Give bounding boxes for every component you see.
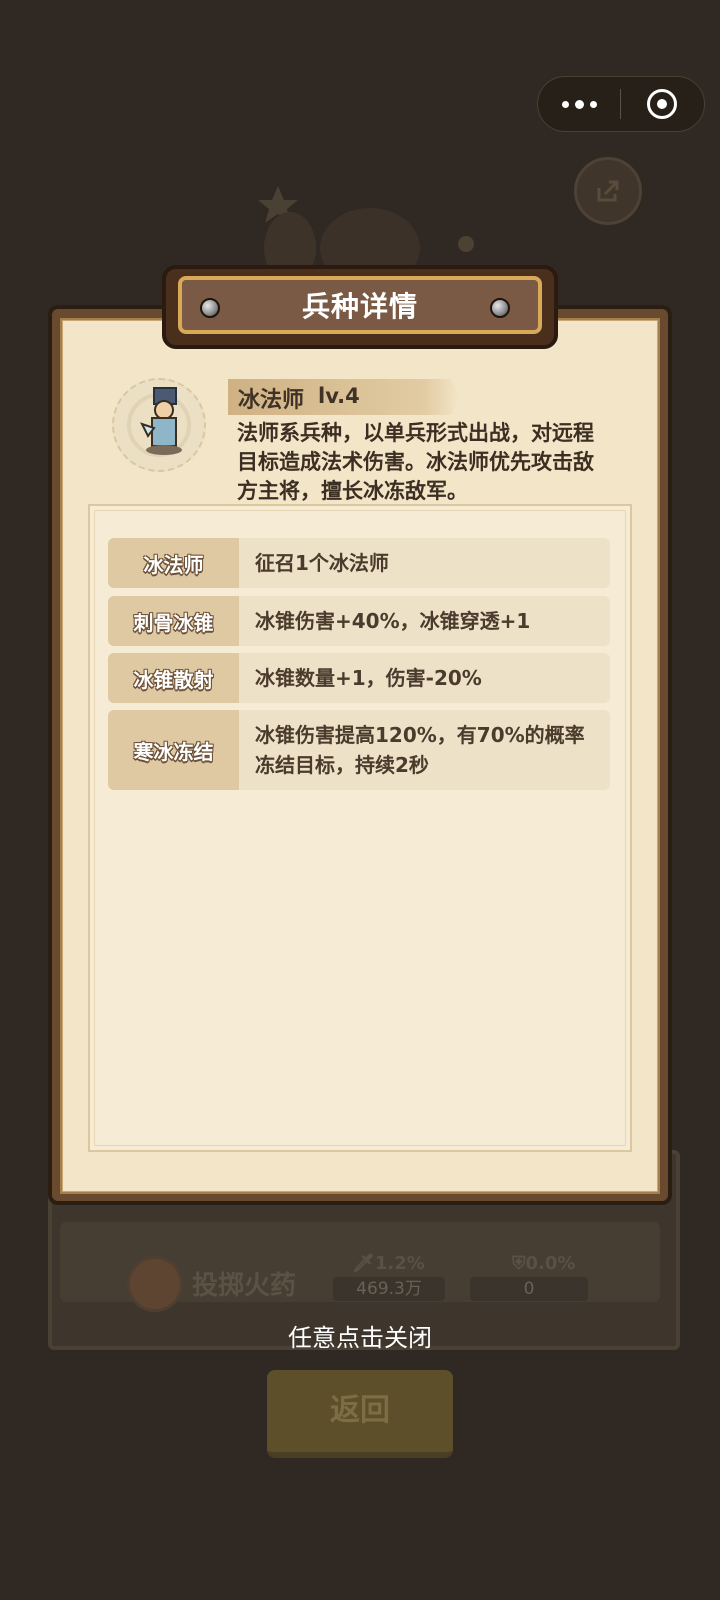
modal-title: 兵种详情 [301, 290, 418, 323]
tap-to-close-hint[interactable]: 任意点击关闭 [0, 1318, 720, 1353]
skill-name: 寒冰冻结 [108, 710, 239, 790]
skill-name: 冰锥散射 [108, 653, 239, 703]
hero-avatar [112, 378, 206, 472]
skill-row: 刺骨冰锥 冰锥伤害+40%，冰锥穿透+1 [108, 596, 610, 646]
skill-row: 寒冰冻结 冰锥伤害提高120%，有70%的概率冻结目标，持续2秒 [108, 710, 610, 790]
skill-desc: 冰锥数量+1，伤害-20% [255, 666, 482, 690]
skill-desc: 征召1个冰法师 [255, 551, 389, 575]
defense-stat-label: ⛨0.0% [512, 1253, 576, 1274]
skill-desc: 冰锥伤害提高120%，有70%的概率冻结目标，持续2秒 [255, 723, 585, 777]
background-skill-name: 投掷火药 [192, 1271, 297, 1301]
attack-stat-value: 469.3万 [333, 1277, 445, 1301]
hero-name: 冰法师 [238, 388, 305, 413]
ice-mage-icon [127, 387, 191, 457]
defense-stat-value: 0 [470, 1277, 588, 1301]
skill-row: 冰锥散射 冰锥数量+1，伤害-20% [108, 653, 610, 703]
skill-name: 刺骨冰锥 [108, 596, 239, 646]
more-dots-icon[interactable] [538, 77, 620, 131]
attack-stat-label: 🗡1.2% [352, 1253, 425, 1274]
mini-program-capsule [537, 76, 705, 132]
back-button: 返回 [267, 1370, 453, 1458]
title-plate-inner: 兵种详情 [178, 276, 542, 334]
target-circle-icon[interactable] [621, 77, 703, 131]
skill-desc: 冰锥伤害+40%，冰锥穿透+1 [255, 609, 531, 633]
share-icon [574, 157, 642, 225]
gunpowder-icon [127, 1256, 183, 1312]
skill-name: 冰法师 [108, 538, 239, 588]
hero-level: lv.4 [318, 384, 360, 408]
rivet-left-icon [200, 298, 220, 318]
rivet-right-icon [490, 298, 510, 318]
skill-row: 冰法师 征召1个冰法师 [108, 538, 610, 588]
hero-description: 法师系兵种，以单兵形式出战，对远程目标造成法术伤害。冰法师优先攻击敌方主将，擅长… [237, 421, 594, 503]
